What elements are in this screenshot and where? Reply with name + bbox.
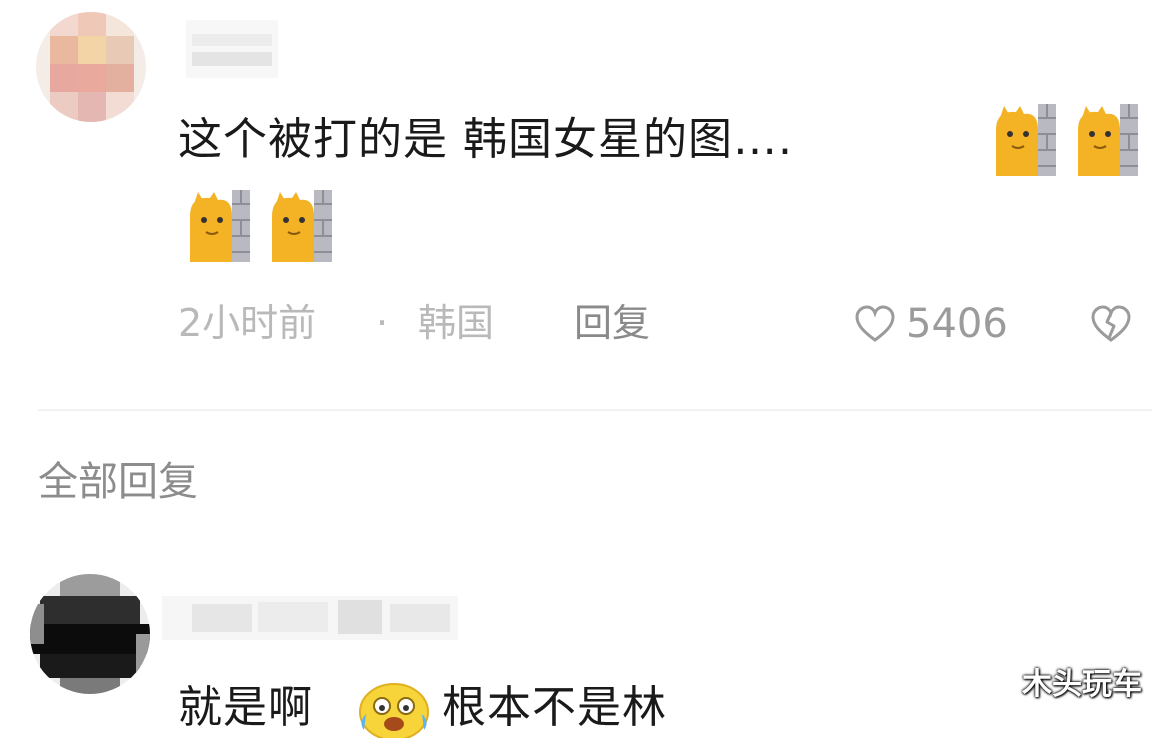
avatar[interactable]	[36, 12, 146, 122]
cat-peeking-sticker	[190, 190, 250, 262]
divider	[38, 409, 1152, 411]
cat-peeking-sticker	[1078, 104, 1138, 176]
cat-peeking-sticker	[272, 190, 332, 262]
comment-text: 这个被打的是 韩国女星的图….	[178, 114, 793, 165]
like-count: 5406	[906, 301, 1008, 347]
heart-outline-icon[interactable]	[854, 304, 896, 344]
broken-heart-icon[interactable]	[1090, 304, 1132, 344]
reply-button[interactable]: 回复	[574, 304, 650, 342]
comment-location: 韩国	[418, 301, 495, 345]
crying-laugh-emoji	[359, 683, 429, 738]
reply-text-part2: 根本不是林	[442, 682, 667, 733]
username-blurred[interactable]	[186, 20, 278, 78]
meta-separator: ·	[376, 301, 389, 345]
watermark: 木头玩车	[1022, 667, 1142, 702]
comment-time: 2小时前	[178, 301, 317, 345]
cat-peeking-sticker	[996, 104, 1056, 176]
username-blurred[interactable]	[162, 596, 458, 640]
reply-text-part1: 就是啊	[178, 682, 313, 733]
avatar[interactable]	[30, 574, 150, 694]
all-replies-title: 全部回复	[38, 459, 198, 505]
